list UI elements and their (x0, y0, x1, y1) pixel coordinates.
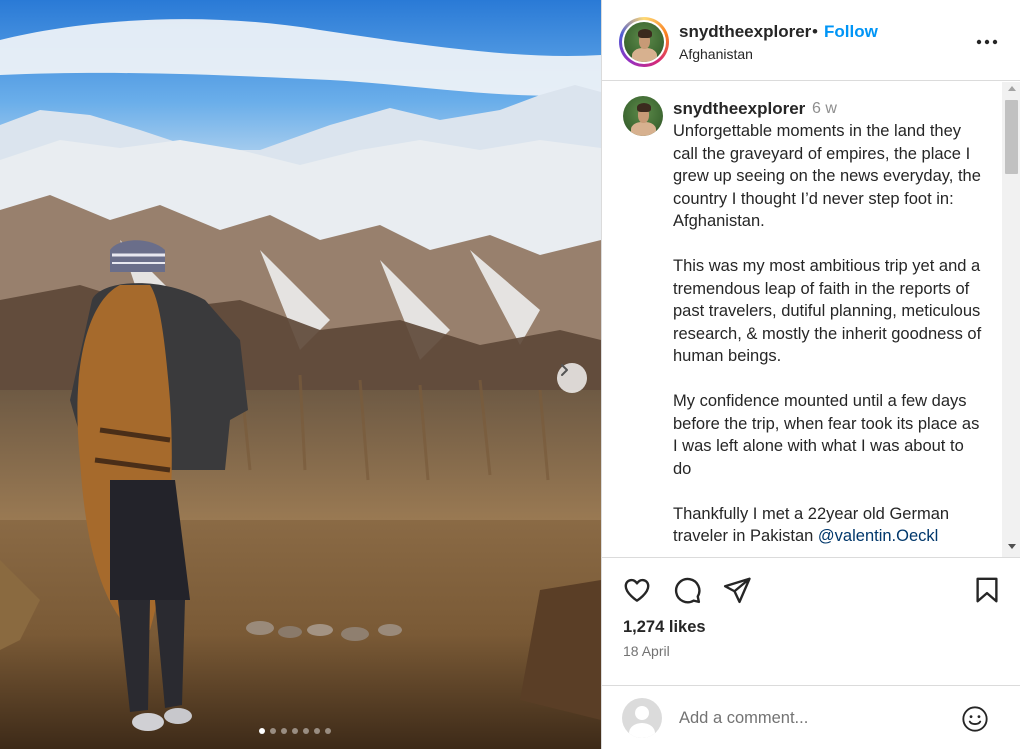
bookmark-icon (976, 577, 998, 603)
caption-paragraph: Unforgettable moments in the land they c… (673, 122, 981, 230)
carousel-dot (314, 728, 320, 734)
comment-icon (674, 577, 701, 604)
emoji-button[interactable] (961, 705, 989, 733)
emoji-icon (962, 706, 988, 732)
send-icon (723, 577, 751, 604)
author-avatar[interactable] (619, 17, 669, 67)
share-button[interactable] (722, 575, 752, 605)
separator-dot: • (812, 22, 818, 41)
post-photo (0, 0, 601, 749)
post-panel: snydtheexplorer • Follow Afghanistan sny… (601, 0, 1020, 749)
carousel-indicator (259, 728, 331, 734)
heart-icon (624, 578, 650, 602)
caption-username[interactable]: snydtheexplorer (673, 99, 805, 119)
caption-scrollbar[interactable] (1002, 82, 1020, 557)
chevron-right-icon (561, 364, 568, 376)
carousel-dot (259, 728, 265, 734)
more-horizontal-icon (976, 39, 998, 45)
post-location[interactable]: Afghanistan (679, 46, 753, 62)
caption-paragraph: Thankfully I met a 22year old German tra… (673, 503, 983, 548)
photo-scene (0, 0, 601, 749)
carousel-dot (325, 728, 331, 734)
post-actions: 1,274 likes 18 April (602, 557, 1020, 685)
mention-link[interactable]: @valentin.Oeckl (818, 527, 938, 545)
carousel-dot (281, 728, 287, 734)
caption-paragraph: This was my most ambitious trip yet and … (673, 257, 982, 365)
caption-timestamp[interactable]: 6 w (812, 100, 837, 118)
follow-button[interactable]: Follow (824, 22, 878, 42)
caption-avatar[interactable] (623, 96, 663, 136)
likes-count[interactable]: 1,274 likes (623, 618, 706, 637)
author-username[interactable]: snydtheexplorer (679, 22, 811, 42)
caption-text: Unforgettable moments in the land they c… (673, 120, 983, 557)
more-options-button[interactable] (975, 30, 999, 54)
caption-paragraph: My confidence mounted until a few days b… (673, 392, 980, 478)
comment-input[interactable] (679, 706, 949, 730)
carousel-dot (303, 728, 309, 734)
comment-bar (602, 685, 1020, 749)
carousel-dot (292, 728, 298, 734)
scroll-down-arrow-icon[interactable] (1008, 544, 1016, 549)
save-button[interactable] (972, 575, 1002, 605)
scroll-up-arrow-icon[interactable] (1008, 86, 1016, 91)
post-date[interactable]: 18 April (623, 643, 670, 659)
caption-area: snydtheexplorer 6 w Unforgettable moment… (602, 82, 1020, 557)
post-header: snydtheexplorer • Follow Afghanistan (602, 0, 1020, 81)
like-button[interactable] (622, 575, 652, 605)
carousel-dot (270, 728, 276, 734)
carousel-next-button[interactable] (557, 363, 587, 393)
scrollbar-thumb[interactable] (1005, 100, 1018, 174)
current-user-avatar (622, 698, 662, 738)
comment-button[interactable] (672, 575, 702, 605)
